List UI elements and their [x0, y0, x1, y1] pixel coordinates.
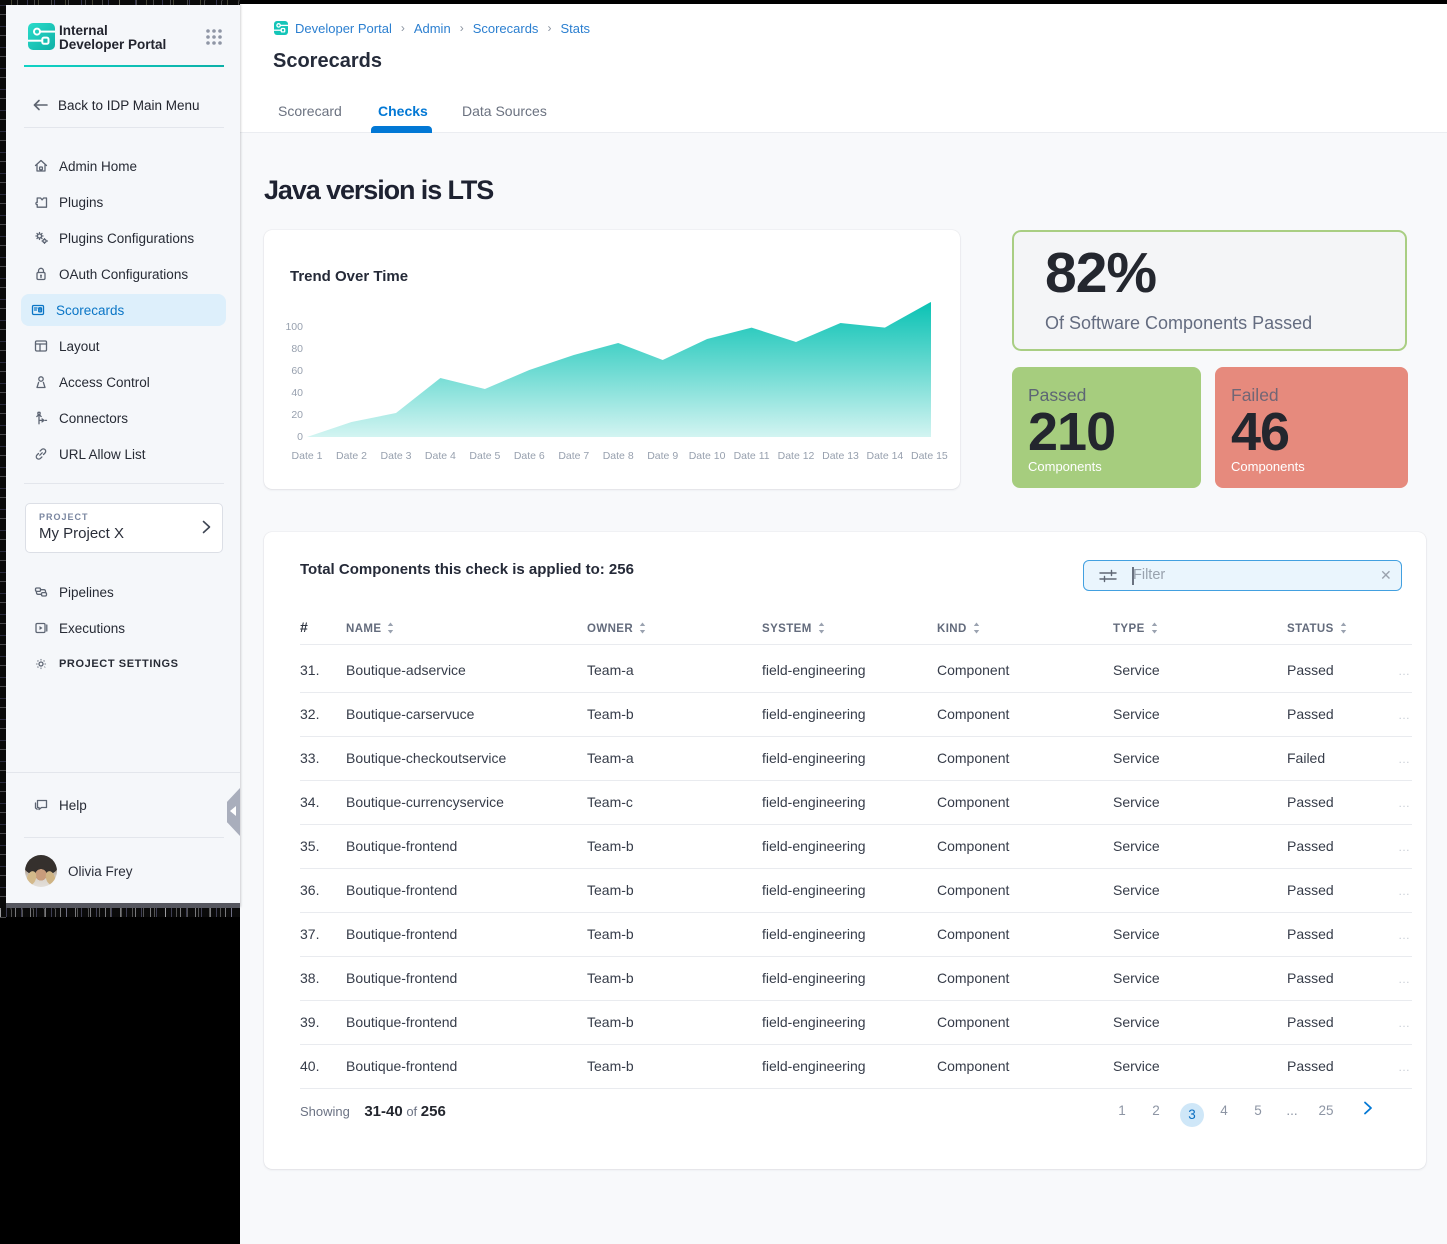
svg-text:Date 2: Date 2	[336, 450, 367, 462]
svg-text:60: 60	[291, 365, 303, 377]
svg-text:Date 10: Date 10	[689, 450, 726, 462]
svg-text:40: 40	[291, 387, 303, 399]
svg-text:Date 13: Date 13	[822, 450, 859, 462]
svg-text:Date 7: Date 7	[558, 450, 589, 462]
svg-text:20: 20	[291, 409, 303, 421]
svg-text:Date 1: Date 1	[292, 450, 323, 462]
svg-text:Date 3: Date 3	[381, 450, 412, 462]
svg-text:Date 5: Date 5	[469, 450, 500, 462]
svg-text:Date 12: Date 12	[778, 450, 815, 462]
svg-text:Date 11: Date 11	[734, 450, 770, 462]
svg-text:Date 8: Date 8	[603, 450, 634, 462]
svg-text:Date 6: Date 6	[514, 450, 545, 462]
svg-text:Date 9: Date 9	[647, 450, 678, 462]
svg-text:Date 14: Date 14	[867, 450, 904, 462]
svg-text:100: 100	[285, 321, 303, 333]
svg-text:80: 80	[291, 343, 303, 355]
svg-text:Date 15: Date 15	[911, 450, 948, 462]
svg-text:Date 4: Date 4	[425, 450, 456, 462]
svg-text:0: 0	[297, 431, 303, 443]
